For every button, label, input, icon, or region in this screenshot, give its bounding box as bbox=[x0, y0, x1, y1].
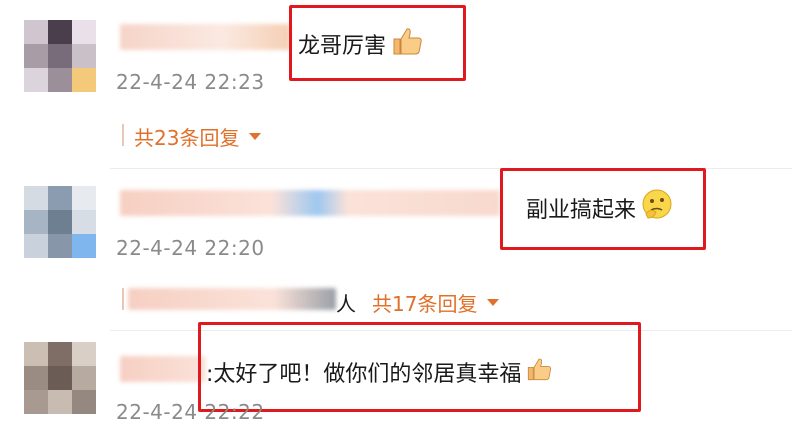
avatar-pixel bbox=[24, 234, 48, 258]
avatar-pixel bbox=[48, 20, 72, 44]
avatar-pixel bbox=[24, 44, 48, 68]
user-avatar[interactable] bbox=[24, 342, 96, 414]
comment-timestamp: 22-4-24 22:23 bbox=[116, 70, 265, 94]
comment-text: 副业搞起来 bbox=[526, 188, 674, 228]
avatar-pixel bbox=[24, 20, 48, 44]
username-blurred[interactable] bbox=[120, 190, 500, 216]
avatar-pixel bbox=[72, 186, 96, 210]
comment-timestamp: 22-4-24 22:20 bbox=[116, 236, 265, 260]
username-blurred[interactable] bbox=[120, 356, 206, 382]
comment-timestamp: 22-4-24 22:22 bbox=[116, 400, 265, 424]
thumbs-up-icon bbox=[390, 26, 424, 62]
avatar-pixel bbox=[24, 390, 48, 414]
avatar-pixel bbox=[72, 68, 96, 92]
avatar-pixel bbox=[72, 342, 96, 366]
user-avatar[interactable] bbox=[24, 186, 96, 258]
username-blurred[interactable] bbox=[120, 24, 290, 50]
avatar-pixel bbox=[48, 44, 72, 68]
avatar-pixel bbox=[24, 342, 48, 366]
avatar-pixel bbox=[48, 68, 72, 92]
avatar-pixel bbox=[48, 366, 72, 390]
avatar-pixel bbox=[24, 210, 48, 234]
reply-preview-blurred bbox=[128, 288, 336, 310]
view-replies-button[interactable]: 人 共17条回复 bbox=[336, 288, 500, 317]
avatar-pixel bbox=[72, 390, 96, 414]
avatar-pixel bbox=[48, 234, 72, 258]
avatar-pixel bbox=[48, 390, 72, 414]
chevron-down-icon bbox=[249, 133, 262, 140]
comment-text: 龙哥厉害 bbox=[298, 26, 424, 62]
avatar-pixel bbox=[72, 20, 96, 44]
chevron-down-icon bbox=[487, 299, 500, 306]
thinking-face-icon bbox=[640, 188, 674, 228]
avatar-pixel bbox=[48, 210, 72, 234]
reply-thread-line bbox=[122, 288, 124, 310]
user-avatar[interactable] bbox=[24, 20, 96, 92]
avatar-pixel bbox=[24, 366, 48, 390]
avatar-pixel bbox=[24, 186, 48, 210]
reply-thread-line bbox=[122, 124, 124, 146]
view-replies-button[interactable]: 共23条回复 bbox=[134, 122, 262, 151]
avatar-pixel bbox=[72, 44, 96, 68]
avatar-pixel bbox=[48, 342, 72, 366]
avatar-pixel bbox=[72, 366, 96, 390]
avatar-pixel bbox=[48, 186, 72, 210]
comment-text: :太好了吧！做你们的邻居真幸福 bbox=[206, 356, 553, 388]
avatar-pixel bbox=[72, 210, 96, 234]
thumbs-up-icon bbox=[525, 356, 553, 388]
avatar-pixel bbox=[72, 234, 96, 258]
avatar-pixel bbox=[24, 68, 48, 92]
